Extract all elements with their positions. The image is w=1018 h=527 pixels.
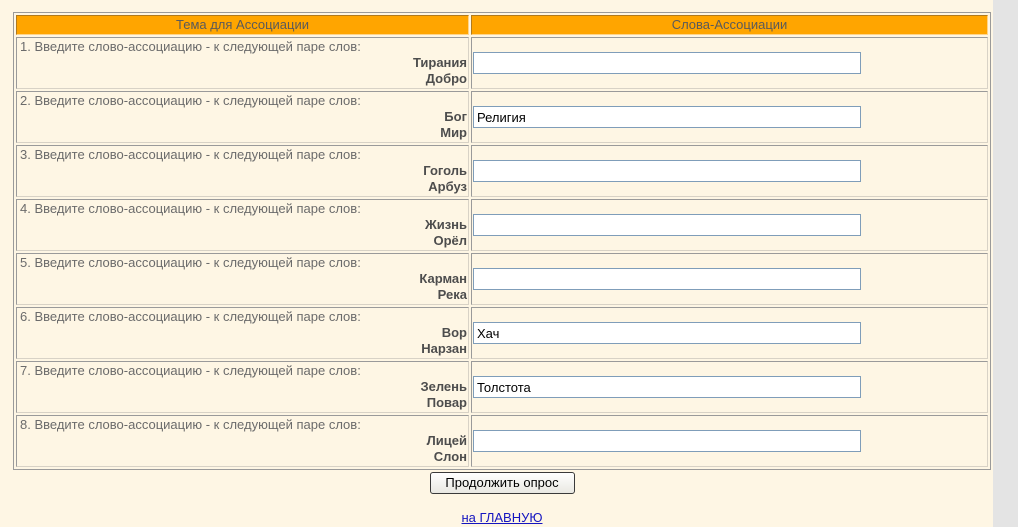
question-cell: 3. Введите слово-ассоциацию - к следующе… xyxy=(16,145,469,197)
word-second: Добро xyxy=(425,71,467,86)
association-input[interactable] xyxy=(473,430,861,452)
word-first: Лицей xyxy=(426,433,467,448)
question-prompt: 7. Введите слово-ассоциацию - к следующе… xyxy=(20,363,361,378)
word-first: Вор xyxy=(441,325,467,340)
association-input[interactable] xyxy=(473,160,861,182)
answer-cell xyxy=(471,361,988,413)
question-prompt: 3. Введите слово-ассоциацию - к следующе… xyxy=(20,147,361,162)
word-second: Слон xyxy=(433,449,467,464)
question-cell: 4. Введите слово-ассоциацию - к следующе… xyxy=(16,199,469,251)
question-cell: 1. Введите слово-ассоциацию - к следующе… xyxy=(16,37,469,89)
question-row: 2. Введите слово-ассоциацию - к следующе… xyxy=(16,91,988,143)
word-second: Повар xyxy=(426,395,467,410)
question-prompt: 4. Введите слово-ассоциацию - к следующе… xyxy=(20,201,361,216)
question-row: 1. Введите слово-ассоциацию - к следующе… xyxy=(16,37,988,89)
question-cell: 6. Введите слово-ассоциацию - к следующе… xyxy=(16,307,469,359)
word-first: Жизнь xyxy=(424,217,467,232)
question-row: 8. Введите слово-ассоциацию - к следующе… xyxy=(16,415,988,467)
word-second: Река xyxy=(437,287,467,302)
word-second: Орёл xyxy=(433,233,467,248)
association-input[interactable] xyxy=(473,268,861,290)
table-header-row: Тема для Ассоциации Слова-Ассоциации xyxy=(16,15,988,35)
question-prompt: 8. Введите слово-ассоциацию - к следующе… xyxy=(20,417,361,432)
answer-cell xyxy=(471,37,988,89)
form-actions: Продолжить опрос xyxy=(13,472,991,494)
header-topic: Тема для Ассоциации xyxy=(16,15,469,35)
word-second: Арбуз xyxy=(428,179,467,194)
word-second: Нарзан xyxy=(421,341,467,356)
question-cell: 8. Введите слово-ассоциацию - к следующе… xyxy=(16,415,469,467)
answer-cell xyxy=(471,91,988,143)
question-row: 3. Введите слово-ассоциацию - к следующе… xyxy=(16,145,988,197)
word-first: Тирания xyxy=(412,55,467,70)
word-first: Гоголь xyxy=(423,163,467,178)
question-row: 5. Введите слово-ассоциацию - к следующе… xyxy=(16,253,988,305)
continue-survey-button[interactable]: Продолжить опрос xyxy=(429,472,575,494)
header-associations: Слова-Ассоциации xyxy=(471,15,988,35)
word-first: Бог xyxy=(444,109,467,124)
home-link-container: на ГЛАВНУЮ xyxy=(13,510,991,526)
question-cell: 7. Введите слово-ассоциацию - к следующе… xyxy=(16,361,469,413)
association-input[interactable] xyxy=(473,376,861,398)
association-input[interactable] xyxy=(473,106,861,128)
question-prompt: 6. Введите слово-ассоциацию - к следующе… xyxy=(20,309,361,324)
home-link[interactable]: на ГЛАВНУЮ xyxy=(462,510,543,525)
question-prompt: 1. Введите слово-ассоциацию - к следующе… xyxy=(20,39,361,54)
question-prompt: 2. Введите слово-ассоциацию - к следующе… xyxy=(20,93,361,108)
question-prompt: 5. Введите слово-ассоциацию - к следующе… xyxy=(20,255,361,270)
word-first: Зелень xyxy=(420,379,467,394)
association-input[interactable] xyxy=(473,52,861,74)
question-cell: 2. Введите слово-ассоциацию - к следующе… xyxy=(16,91,469,143)
question-cell: 5. Введите слово-ассоциацию - к следующе… xyxy=(16,253,469,305)
answer-cell xyxy=(471,415,988,467)
answer-cell xyxy=(471,145,988,197)
association-input[interactable] xyxy=(473,214,861,236)
page-content: Тема для Ассоциации Слова-Ассоциации 1. … xyxy=(0,0,993,527)
association-table: Тема для Ассоциации Слова-Ассоциации 1. … xyxy=(13,12,991,470)
word-first: Карман xyxy=(419,271,467,286)
question-row: 7. Введите слово-ассоциацию - к следующе… xyxy=(16,361,988,413)
answer-cell xyxy=(471,307,988,359)
question-row: 6. Введите слово-ассоциацию - к следующе… xyxy=(16,307,988,359)
word-second: Мир xyxy=(440,125,467,140)
association-input[interactable] xyxy=(473,322,861,344)
answer-cell xyxy=(471,253,988,305)
answer-cell xyxy=(471,199,988,251)
question-row: 4. Введите слово-ассоциацию - к следующе… xyxy=(16,199,988,251)
